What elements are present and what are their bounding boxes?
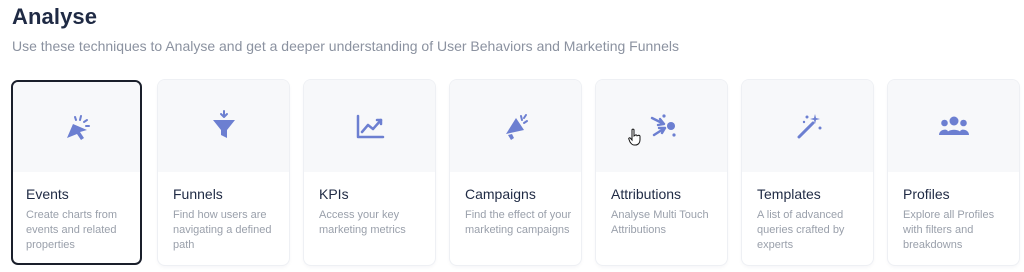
card-title: Templates [757,186,821,202]
card-title: Funnels [173,186,223,202]
hand-pointer-icon [628,128,641,146]
funnel-icon [212,110,235,138]
card-description: Analyse Multi Touch Attributions [611,209,709,236]
card-title: Profiles [903,186,950,202]
card-funnels[interactable]: Funnels Find how users are navigating a … [158,80,289,265]
card-description: Access your key marketing metrics [319,209,406,236]
card-title: KPIs [319,186,349,202]
card-description: Create charts from events and related pr… [26,209,118,251]
card-campaigns[interactable]: Campaigns Find the effect of your market… [450,80,581,265]
magic-wand-icon [797,114,821,139]
card-title: Attributions [611,186,682,202]
line-chart-icon [356,114,384,139]
cursor-click-icon [66,115,90,140]
card-templates[interactable]: Templates A list of advanced queries cra… [742,80,873,265]
card-events[interactable]: Events Create charts from events and rel… [11,80,142,265]
page-title: Analyse [12,4,98,29]
card-kpis[interactable]: KPIs Access your key marketing metrics [304,80,435,265]
card-description: Find the effect of your marketing campai… [465,209,572,236]
card-description: Find how users are navigating a defined … [173,209,272,251]
card-description: Explore all Profiles with filters and br… [903,209,995,251]
card-title: Campaigns [465,186,536,202]
attribution-arrows-icon [650,114,676,137]
card-attributions[interactable]: Attributions Analyse Multi Touch Attribu… [596,80,727,265]
card-description: A list of advanced queries crafted by ex… [757,209,845,251]
users-icon [938,116,969,135]
card-title: Events [26,186,69,202]
card-profiles[interactable]: Profiles Explore all Profiles with filte… [888,80,1019,265]
megaphone-icon [505,114,528,140]
page-subtitle: Use these techniques to Analyse and get … [12,38,679,54]
